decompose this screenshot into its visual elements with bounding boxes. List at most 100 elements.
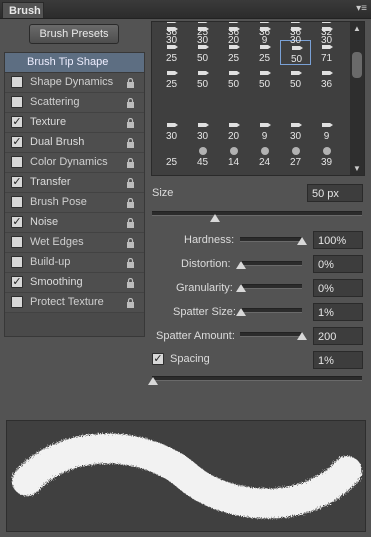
spatter-size-slider-thumb[interactable]	[236, 308, 246, 316]
option-checkbox[interactable]: ✓	[11, 216, 23, 228]
granularity-field[interactable]: 0%	[313, 279, 363, 297]
spatter-amount-field[interactable]: 200	[313, 327, 363, 345]
option-row[interactable]: ✓ Texture	[5, 113, 144, 133]
spacing-slider-thumb[interactable]	[148, 377, 158, 385]
option-checkbox[interactable]	[11, 76, 23, 88]
option-label: Scattering	[30, 96, 80, 108]
option-checkbox[interactable]	[11, 96, 23, 108]
brush-tip-icon	[320, 69, 334, 77]
brush-tip-cell[interactable]: 30	[311, 22, 342, 47]
brush-tip-cell[interactable]: 50	[280, 66, 311, 91]
spatter-size-slider-track[interactable]	[240, 308, 302, 313]
scroll-down-icon[interactable]: ▼	[353, 164, 361, 173]
granularity-slider-track[interactable]	[240, 284, 302, 289]
panel-menu-icon[interactable]: ▾≡	[356, 3, 367, 14]
option-row[interactable]: ✓ Dual Brush	[5, 133, 144, 153]
scroll-thumb[interactable]	[352, 52, 362, 78]
brush-tip-cell[interactable]: 50	[187, 66, 218, 91]
option-checkbox[interactable]: ✓	[11, 176, 23, 188]
brush-tip-cell[interactable]: 50	[249, 66, 280, 91]
brush-tip-cell[interactable]: 50	[218, 66, 249, 91]
option-row[interactable]: Color Dynamics	[5, 153, 144, 173]
grid-scrollbar[interactable]: ▲ ▼	[350, 22, 364, 175]
brush-tip-cell[interactable]: 9	[249, 118, 280, 143]
distortion-field[interactable]: 0%	[313, 255, 363, 273]
brush-tip-icon	[289, 25, 303, 33]
brush-tip-cell[interactable]: 9	[249, 22, 280, 47]
size-slider-thumb[interactable]	[210, 214, 220, 222]
option-label: Build-up	[30, 256, 71, 268]
brush-tip-size: 24	[258, 157, 271, 168]
brush-tip-cell[interactable]: 9	[311, 118, 342, 143]
option-checkbox[interactable]	[11, 256, 23, 268]
granularity-label: Granularity:	[176, 282, 233, 294]
spatter-size-label: Spatter Size:	[173, 306, 236, 318]
brush-tip-cell[interactable]: 36	[311, 66, 342, 91]
option-label: Protect Texture	[30, 296, 104, 308]
distortion-slider-track[interactable]	[240, 261, 302, 266]
hardness-slider-thumb[interactable]	[297, 237, 307, 245]
option-checkbox[interactable]: ✓	[11, 136, 23, 148]
size-label: Size	[152, 187, 174, 199]
brush-tip-cell[interactable]: 24	[249, 144, 280, 169]
size-field[interactable]: 50 px	[307, 184, 363, 202]
brush-presets-button[interactable]: Brush Presets	[29, 24, 119, 44]
brush-tip-cell[interactable]: 20	[218, 22, 249, 47]
brush-tip-cell[interactable]: 30	[156, 118, 187, 143]
hardness-label: Hardness:	[184, 234, 235, 246]
brush-tip-icon	[165, 25, 179, 33]
option-checkbox[interactable]	[11, 236, 23, 248]
brush-tip-cell[interactable]: 25	[156, 66, 187, 91]
spatter-amount-slider-track[interactable]	[240, 332, 302, 337]
option-row[interactable]: Protect Texture	[5, 293, 144, 313]
granularity-slider-thumb[interactable]	[236, 284, 246, 292]
spatter-size-field[interactable]: 1%	[313, 303, 363, 321]
option-row[interactable]: Shape Dynamics	[5, 73, 144, 93]
lock-icon[interactable]	[126, 297, 135, 316]
brush-tip-cell[interactable]: 14	[218, 144, 249, 169]
option-checkbox[interactable]: ✓	[11, 116, 23, 128]
option-checkbox[interactable]	[11, 296, 23, 308]
brush-tip-cell[interactable]: 30	[280, 22, 311, 47]
brush-panel-tab[interactable]: Brush	[2, 2, 44, 18]
brush-tip-size: 30	[165, 131, 178, 142]
option-row[interactable]: Scattering	[5, 93, 144, 113]
spacing-field[interactable]: 1%	[313, 351, 363, 369]
brush-tip-cell[interactable]: 45	[187, 144, 218, 169]
option-checkbox[interactable]: ✓	[11, 276, 23, 288]
option-label: Brush Pose	[30, 196, 87, 208]
brush-tip-icon	[289, 69, 303, 77]
brush-tip-size: 9	[261, 131, 268, 142]
option-label: Color Dynamics	[30, 156, 108, 168]
option-row[interactable]: Wet Edges	[5, 233, 144, 253]
brush-tip-shape-item[interactable]: Brush Tip Shape	[5, 53, 144, 73]
brush-tip-cell[interactable]: 20	[218, 118, 249, 143]
spatter-amount-slider-thumb[interactable]	[297, 332, 307, 340]
hardness-field[interactable]: 100%	[313, 231, 363, 249]
option-checkbox[interactable]	[11, 196, 23, 208]
option-row[interactable]: ✓ Transfer	[5, 173, 144, 193]
option-label: Shape Dynamics	[30, 76, 114, 88]
option-row[interactable]: ✓ Noise	[5, 213, 144, 233]
brush-tip-icon	[258, 69, 272, 77]
option-row[interactable]: Build-up	[5, 253, 144, 273]
option-row[interactable]: ✓ Smoothing	[5, 273, 144, 293]
option-checkbox[interactable]	[11, 156, 23, 168]
distortion-slider-thumb[interactable]	[236, 261, 246, 269]
spacing-slider-track[interactable]	[152, 376, 362, 381]
brush-tip-cell[interactable]: 30	[187, 22, 218, 47]
brush-tip-size: 9	[261, 35, 268, 46]
brush-tip-cell[interactable]: 30	[156, 22, 187, 47]
spacing-checkbox[interactable]: ✓	[152, 353, 164, 365]
brush-tip-cell[interactable]: 39	[311, 144, 342, 169]
size-slider-track[interactable]	[152, 211, 362, 216]
brush-tip-cell[interactable]: 25	[156, 144, 187, 169]
option-row[interactable]: Brush Pose	[5, 193, 144, 213]
scroll-up-icon[interactable]: ▲	[353, 24, 361, 33]
brush-tip-icon	[165, 147, 179, 155]
brush-tip-icon	[196, 121, 210, 129]
brush-tip-cell[interactable]: 30	[187, 118, 218, 143]
brush-tip-cell[interactable]: 30	[280, 118, 311, 143]
hardness-slider-track[interactable]	[240, 237, 302, 242]
brush-tip-cell[interactable]: 27	[280, 144, 311, 169]
